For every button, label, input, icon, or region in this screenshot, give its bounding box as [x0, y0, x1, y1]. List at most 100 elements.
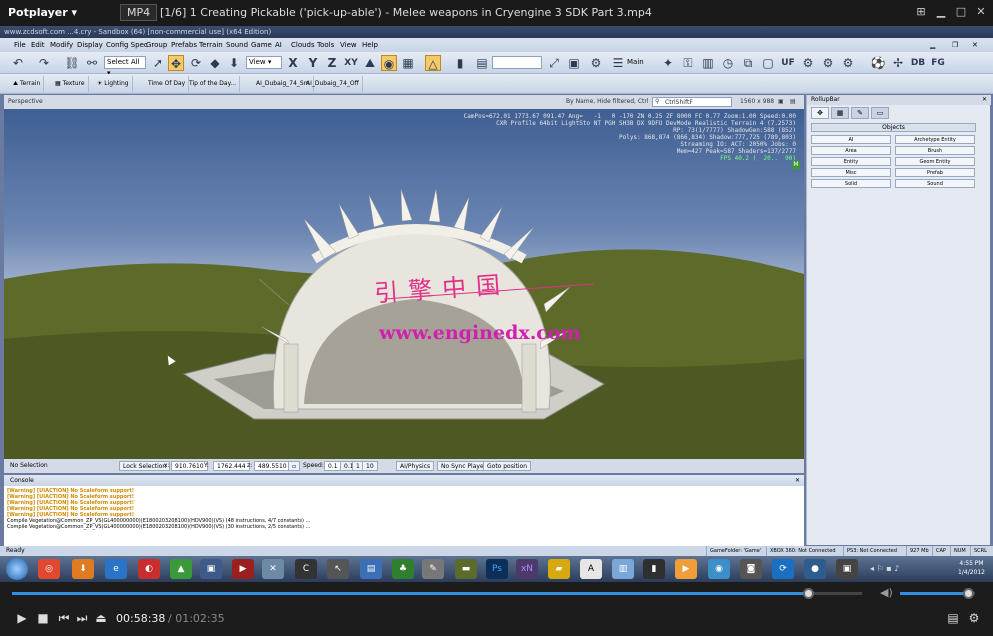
video-app-icon[interactable]: ▣	[836, 559, 858, 579]
snap-icon[interactable]: ⬇	[226, 55, 242, 71]
object-type-area-button[interactable]: Area	[811, 146, 891, 155]
speed-option[interactable]: 10	[362, 461, 378, 471]
ai-physics-button[interactable]: AI/Physics	[396, 461, 435, 471]
magic-wand-icon[interactable]: ✦	[660, 55, 676, 71]
viewport-label[interactable]: Perspective	[8, 98, 43, 105]
clock-icon[interactable]: ◷	[720, 55, 736, 71]
media-icon[interactable]: ▶	[232, 559, 254, 579]
road-icon[interactable]: ⧉	[740, 55, 756, 71]
controller-icon[interactable]: ◙	[740, 559, 762, 579]
character-icon[interactable]: ✢	[890, 55, 906, 71]
object-type-geom-entity-button[interactable]: Geom Entity	[895, 157, 975, 166]
layers-stack-icon[interactable]: ☰	[610, 55, 626, 71]
display-app-icon[interactable]: ▤	[360, 559, 382, 579]
menu-item[interactable]: Edit	[31, 41, 45, 49]
physics-icon[interactable]: ⚙	[588, 55, 604, 71]
select-icon[interactable]: ➚	[150, 55, 166, 71]
chart-icon[interactable]: ▥	[700, 55, 716, 71]
tray-icons[interactable]: ◂ ⚐ ▪ ♪	[870, 564, 899, 573]
object-type-ai-button[interactable]: AI	[811, 135, 891, 144]
terrain-button[interactable]: ⛰ Terrain	[10, 76, 45, 92]
axis-xy-button[interactable]: XY	[343, 55, 359, 71]
uf-button[interactable]: UF	[780, 55, 796, 71]
editor-close-icon[interactable]: ✕	[972, 41, 978, 49]
folder-icon[interactable]: ▰	[548, 559, 570, 579]
ai-debug-off-button[interactable]: AI_Dubaig_74_Off	[303, 76, 363, 92]
game-app-icon[interactable]: ♣	[392, 559, 414, 579]
axis-x-button[interactable]: X	[285, 55, 301, 71]
sync-app-icon[interactable]: ⟳	[772, 559, 794, 579]
ie-icon[interactable]: e	[105, 559, 127, 579]
paint-app-icon[interactable]: ✎	[422, 559, 444, 579]
object-type-brush-button[interactable]: Brush	[895, 146, 975, 155]
menu-item[interactable]: Game	[251, 41, 272, 49]
menu-item[interactable]: Group	[146, 41, 167, 49]
gears-icon[interactable]: ⚙	[820, 55, 836, 71]
menu-item[interactable]: Config Spec	[106, 41, 148, 49]
redo-icon[interactable]: ↷	[36, 55, 52, 71]
x-coordinate-field[interactable]: 910.7610	[171, 461, 208, 471]
lock-icon[interactable]: ⚿	[680, 55, 696, 71]
unlink-icon[interactable]: ⚯	[84, 55, 100, 71]
notes-app-icon[interactable]: ▥	[612, 559, 634, 579]
object-type-solid-button[interactable]: Solid	[811, 179, 891, 188]
undo-icon[interactable]: ↶	[10, 55, 26, 71]
volume-handle[interactable]	[962, 588, 974, 599]
pin-icon[interactable]: ⊞	[914, 5, 928, 19]
eject-icon[interactable]: ⏏	[93, 610, 109, 626]
move-icon[interactable]: ✥	[168, 55, 184, 71]
viewport-maximize-icon[interactable]: ▣	[778, 96, 784, 108]
coord-lock-icon[interactable]: ▫	[288, 461, 301, 471]
cmd-icon[interactable]: C	[295, 559, 317, 579]
menu-item[interactable]: Display	[77, 41, 103, 49]
cursor-app-icon[interactable]: ↖	[327, 559, 349, 579]
settings-gear-icon[interactable]: ⚙	[966, 610, 982, 626]
playlist-icon[interactable]: ▤	[945, 610, 961, 626]
rollup-close-icon[interactable]: ✕	[982, 95, 987, 105]
objects-tab-icon[interactable]: ✥	[811, 107, 829, 119]
viewport-menu-icon[interactable]: ▤	[790, 96, 796, 108]
brush-tab-icon[interactable]: ✎	[851, 107, 869, 119]
axis-y-button[interactable]: Y	[305, 55, 321, 71]
display-tab-icon[interactable]: ▭	[871, 107, 889, 119]
scale-icon[interactable]: ◆	[207, 55, 223, 71]
object-type-entity-button[interactable]: Entity	[811, 157, 891, 166]
maximize-icon[interactable]: □	[954, 5, 968, 19]
view-dropdown[interactable]: View ▾	[246, 56, 282, 69]
angle-snap-icon[interactable]: △	[425, 55, 441, 71]
blue-app-icon[interactable]: ◉	[708, 559, 730, 579]
player-menu-button[interactable]: Potplayer ▾	[8, 6, 77, 19]
object-type-prefab-button[interactable]: Prefab	[895, 168, 975, 177]
layer-dropdown[interactable]	[492, 56, 542, 69]
font-app-icon[interactable]: A	[580, 559, 602, 579]
menu-item[interactable]: Terrain	[199, 41, 223, 49]
potplayer-icon[interactable]: ▶	[675, 559, 697, 579]
modify-tab-icon[interactable]: ▦	[831, 107, 849, 119]
explorer-icon[interactable]: ▣	[200, 559, 222, 579]
seek-bar[interactable]	[12, 588, 862, 599]
objects-section-header[interactable]: Objects	[811, 123, 976, 132]
menu-item[interactable]: Clouds	[291, 41, 315, 49]
tank-app-icon[interactable]: ▬	[455, 559, 477, 579]
menu-item[interactable]: AI	[275, 41, 282, 49]
taskbar-clock[interactable]: 4:55 PM 1/4/2012	[958, 559, 985, 577]
menu-item[interactable]: View	[340, 41, 357, 49]
chrome-icon[interactable]: ◎	[38, 559, 60, 579]
main-button-label[interactable]: Main	[627, 58, 644, 66]
3d-viewport[interactable]: CamPos=672.01 1773.67 091.47 Ang= -1 0 -…	[4, 109, 804, 459]
console-output[interactable]: [Warning] [UIACTION] No Scaleform suppor…	[4, 486, 804, 546]
menu-item[interactable]: Prefabs	[171, 41, 197, 49]
object-type-archetype-button[interactable]: Archetype Entity	[895, 135, 975, 144]
volume-slider[interactable]	[900, 588, 975, 599]
goto-position-button[interactable]: Goto position	[483, 461, 532, 471]
start-button-icon[interactable]	[6, 558, 28, 580]
tip-of-day-button[interactable]: Tip of the Day...	[186, 76, 241, 92]
z-coordinate-field[interactable]: 489.5510	[254, 461, 291, 471]
minimize-icon[interactable]: ▁	[934, 5, 948, 19]
facebook-style-icon[interactable]: ▢	[760, 55, 776, 71]
gear-icon[interactable]: ⚙	[800, 55, 816, 71]
editor-minimize-icon[interactable]: ▁	[930, 41, 935, 49]
menu-item[interactable]: Modify	[50, 41, 73, 49]
goto-selection-icon[interactable]: ⤢	[546, 55, 562, 71]
terrain-snap-icon[interactable]: ⛰	[362, 55, 378, 71]
